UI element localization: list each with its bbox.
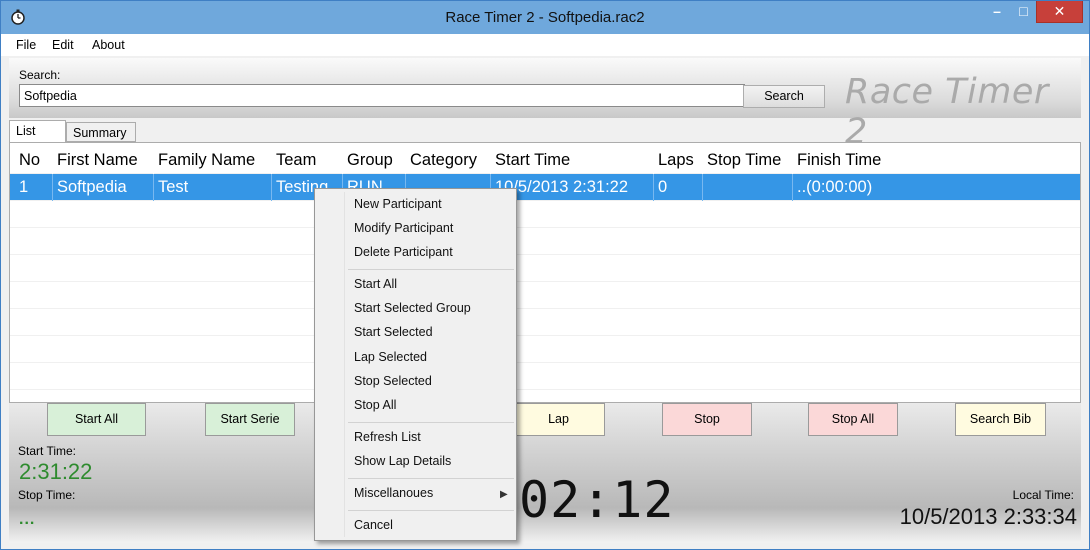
title-bar[interactable]: Race Timer 2 - Softpedia.rac2 – □ ✕ <box>1 1 1089 34</box>
menu-bar: File Edit About <box>1 34 1089 56</box>
context-menu-gutter <box>344 192 345 537</box>
start-time-label: Start Time: <box>18 444 77 458</box>
column-header-team[interactable]: Team <box>272 147 343 174</box>
empty-table-row <box>10 309 1080 336</box>
menu-item-stop-selected[interactable]: Stop Selected <box>354 374 432 388</box>
menu-edit[interactable]: Edit <box>52 38 74 52</box>
window-title: Race Timer 2 - Softpedia.rac2 <box>445 9 645 26</box>
column-header-family-name[interactable]: Family Name <box>154 147 272 174</box>
table-header-row: No First Name Family Name Team Group Cat… <box>10 147 1080 174</box>
search-button[interactable]: Search <box>743 85 825 108</box>
menu-separator <box>348 269 514 270</box>
submenu-arrow-icon: ▶ <box>500 489 508 500</box>
menu-item-miscellaneous[interactable]: Miscellanoues <box>354 486 433 500</box>
empty-table-row <box>10 255 1080 282</box>
column-header-no[interactable]: No <box>15 147 53 174</box>
minimize-icon: – <box>993 3 1001 19</box>
elapsed-timer: 02:12 <box>519 471 675 529</box>
start-all-button[interactable]: Start All <box>47 403 146 436</box>
maximize-icon: □ <box>1019 3 1028 19</box>
cell-stop-time <box>703 174 793 201</box>
menu-about[interactable]: About <box>92 38 125 52</box>
column-header-finish-time[interactable]: Finish Time <box>793 147 1078 174</box>
search-panel: Search: Search Race Timer 2 <box>9 58 1081 152</box>
menu-item-cancel[interactable]: Cancel <box>354 518 393 532</box>
context-menu: New Participant Modify Participant Delet… <box>314 188 517 541</box>
search-input[interactable] <box>19 84 745 107</box>
column-header-start-time[interactable]: Start Time <box>491 147 654 174</box>
column-header-group[interactable]: Group <box>343 147 406 174</box>
start-time-value: 2:31:22 <box>19 459 93 484</box>
menu-item-stop-all[interactable]: Stop All <box>354 398 396 412</box>
empty-table-row <box>10 282 1080 309</box>
table-row[interactable]: 1 Softpedia Test Testing RUN 10/5/2013 2… <box>10 174 1080 201</box>
tab-summary[interactable]: Summary <box>66 122 136 142</box>
empty-table-row <box>10 201 1080 228</box>
column-header-laps[interactable]: Laps <box>654 147 703 174</box>
column-header-stop-time[interactable]: Stop Time <box>703 147 793 174</box>
menu-item-start-all[interactable]: Start All <box>354 277 397 291</box>
start-serie-button[interactable]: Start Serie <box>205 403 295 436</box>
cell-finish-time: ..(0:00:00) <box>797 178 873 196</box>
menu-item-lap-selected[interactable]: Lap Selected <box>354 350 427 364</box>
search-bib-button[interactable]: Search Bib <box>955 403 1046 436</box>
menu-separator <box>348 422 514 423</box>
menu-item-refresh-list[interactable]: Refresh List <box>354 430 421 444</box>
brand-logo-text: Race Timer 2 <box>845 72 1049 152</box>
stop-all-button[interactable]: Stop All <box>808 403 898 436</box>
maximize-button[interactable]: □ <box>1010 1 1037 23</box>
search-label: Search: <box>19 68 61 82</box>
menu-separator <box>348 478 514 479</box>
stop-time-label: Stop Time: <box>18 488 76 502</box>
lap-button[interactable]: Lap <box>513 403 605 436</box>
close-button[interactable]: ✕ <box>1036 1 1083 23</box>
empty-table-row <box>10 363 1080 390</box>
cell-no: 1 <box>15 174 53 201</box>
menu-item-start-selected-group[interactable]: Start Selected Group <box>354 301 471 315</box>
column-header-category[interactable]: Category <box>406 147 491 174</box>
cell-laps: 0 <box>654 174 703 201</box>
menu-item-modify-participant[interactable]: Modify Participant <box>354 221 453 235</box>
participants-table[interactable]: No First Name Family Name Team Group Cat… <box>9 142 1081 403</box>
column-header-first-name[interactable]: First Name <box>53 147 154 174</box>
stop-button[interactable]: Stop <box>662 403 752 436</box>
empty-table-row <box>10 228 1080 255</box>
local-time-label: Local Time: <box>1012 488 1074 502</box>
local-time-value: 10/5/2013 2:33:34 <box>899 504 1077 529</box>
tab-list[interactable]: List <box>9 120 66 142</box>
menu-item-new-participant[interactable]: New Participant <box>354 197 442 211</box>
menu-item-delete-participant[interactable]: Delete Participant <box>354 245 453 259</box>
cell-first-name: Softpedia <box>53 174 154 201</box>
menu-separator <box>348 510 514 511</box>
menu-item-show-lap-details[interactable]: Show Lap Details <box>354 454 451 468</box>
menu-file[interactable]: File <box>16 38 36 52</box>
close-icon: ✕ <box>1053 3 1066 19</box>
cell-family-name: Test <box>154 174 272 201</box>
stop-time-value: ... <box>19 511 36 528</box>
app-window: Race Timer 2 - Softpedia.rac2 – □ ✕ File… <box>0 0 1090 550</box>
menu-item-start-selected[interactable]: Start Selected <box>354 325 433 339</box>
empty-table-row <box>10 336 1080 363</box>
minimize-button[interactable]: – <box>983 1 1011 23</box>
